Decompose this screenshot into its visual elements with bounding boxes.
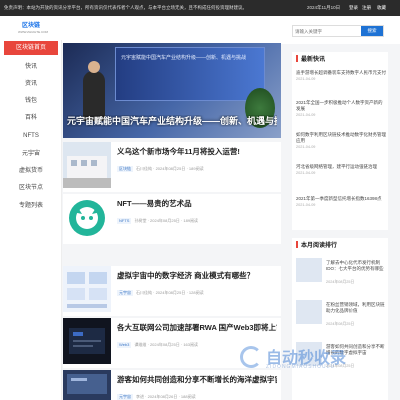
article-author: 李进 xyxy=(136,394,144,399)
sidebar-item-home[interactable]: 区块链首页 xyxy=(4,41,58,55)
article-author: 石川佳纯 xyxy=(136,290,152,295)
news-date: 2021-04-09 xyxy=(296,145,316,149)
register-link[interactable]: 注册 xyxy=(362,0,371,16)
sidebar-item-news[interactable]: 资讯 xyxy=(4,77,58,91)
latest-news-heading: 最新快讯 xyxy=(296,55,325,65)
article-thumbnail[interactable] xyxy=(63,194,111,240)
article-meta: 元宇宙 李进 · 2024年08月26日 · 188阅读 xyxy=(117,394,196,400)
sidebar-item-wallet[interactable]: 钱包 xyxy=(4,94,58,108)
news-date: 2021-04-09 xyxy=(296,203,316,207)
article-item[interactable]: 义乌这个新市场今年11月将投入运营! 区块链 石川佳纯 · 2024年08月25日… xyxy=(63,142,281,192)
site-logo[interactable]: 区块链 WWW.ZHUIHTE.COM xyxy=(18,22,48,40)
news-date: 2021-04-09 xyxy=(296,77,316,81)
search-button[interactable]: 搜索 xyxy=(361,26,383,36)
article-views: 163阅读 xyxy=(183,342,198,347)
news-item[interactable]: 河北省级网络管理，建平行运动强链治理 2021-04-09 xyxy=(296,164,386,176)
current-date: 2024年11月10日 xyxy=(307,5,341,10)
top-notice-bar: 免责声明：本站为开放的资讯分享平台，所有资讯仅代表作者个人观点，与本平台立场无关… xyxy=(0,0,400,16)
sidebar-item-nodes[interactable]: 区块节点 xyxy=(4,181,58,195)
ranking-heading: 本月阅读排行 xyxy=(296,241,337,251)
article-title[interactable]: 义乌这个新市场今年11月将投入运营! xyxy=(117,147,277,157)
watermark-overlay: 自动秒收录 ZIDONGMIAOSHOULU xyxy=(230,338,390,378)
sidebar-item-nfts[interactable]: NFTS xyxy=(4,129,58,143)
ranking-text[interactable]: 在粉丝营销领域，利用区块链助力化品牌价值 xyxy=(326,302,388,314)
ranking-date: 2024年08月25日 xyxy=(326,322,355,326)
news-text[interactable]: 河北省级网络管理，建平行运动强链治理 xyxy=(296,164,377,169)
article-thumbnail[interactable] xyxy=(63,318,111,364)
ranking-item[interactable]: 在粉丝营销领域，利用区块链助力化品牌价值 2024年08月25日 xyxy=(296,300,388,340)
article-views: 189阅读 xyxy=(188,166,204,171)
news-date: 2021-04-09 xyxy=(296,171,316,175)
news-text[interactable]: 如何数字利用区块链技术推动数字化财务管理应用 xyxy=(296,132,386,143)
article-tag[interactable]: 区块链 xyxy=(117,166,133,172)
article-views: 128阅读 xyxy=(188,290,204,295)
article-item[interactable]: NFT——易贵的艺术品 NFTS 孙树堂 · 2024年08月25日 · 189阅… xyxy=(63,194,281,244)
hero-screen-text: 元宇宙赋能中国汽车产业结构升级——创新、机遇与挑战 xyxy=(121,55,247,61)
ranking-thumbnail[interactable] xyxy=(296,258,322,282)
news-text[interactable]: 迪手游增长超调番装车支持数字人民币元支付 xyxy=(296,70,386,75)
hero-caption[interactable]: 元宇宙赋能中国汽车产业结构升级——创新、机遇与挑战”主题论 xyxy=(67,115,277,127)
news-text[interactable]: 2021年全国一步积极推动个人数字资产新的发展 xyxy=(296,100,383,111)
article-meta: NFTS 孙树堂 · 2024年08月25日 · 189阅读 xyxy=(117,218,199,224)
sidebar-item-wiki[interactable]: 百科 xyxy=(4,111,58,125)
ranking-date: 2024年08月25日 xyxy=(326,280,355,284)
article-author: 谭维维 xyxy=(134,342,147,347)
hero-banner[interactable]: 元宇宙赋能中国汽车产业结构升级——创新、机遇与挑战 元宇宙赋能中国汽车产业结构升… xyxy=(63,43,281,138)
article-tag[interactable]: Web3 xyxy=(117,342,132,348)
favorite-link[interactable]: 收藏 xyxy=(377,0,386,16)
ranking-text[interactable]: 了解去中心化代币发行机制IDO：七大平台的优势有哪些 xyxy=(326,260,388,272)
watermark-logo-icon xyxy=(240,346,262,368)
logo-name: 区块链 xyxy=(21,23,40,29)
ranking-item[interactable]: 了解去中心化代币发行机制IDO：七大平台的优势有哪些 2024年08月25日 xyxy=(296,258,388,298)
article-tag[interactable]: 元宇宙 xyxy=(117,394,133,400)
logo-url: WWW.ZHUIHTE.COM xyxy=(18,30,48,34)
sidebar-item-flash[interactable]: 快讯 xyxy=(4,60,58,74)
article-meta: 区块链 石川佳纯 · 2024年08月25日 · 189阅读 xyxy=(117,166,204,172)
article-tag[interactable]: 元宇宙 xyxy=(117,290,133,296)
article-title[interactable]: NFT——易贵的艺术品 xyxy=(117,199,277,209)
sidebar-item-topics[interactable]: 专题列表 xyxy=(4,199,58,213)
heading-accent-bar xyxy=(296,55,298,62)
article-title[interactable]: 虚拟宇宙中的数字经济 商业模式有哪些？ xyxy=(117,271,277,281)
article-thumbnail[interactable] xyxy=(63,370,111,400)
speaker-head xyxy=(88,61,100,73)
article-author: 孙树堂 xyxy=(134,218,147,223)
news-item[interactable]: 迪手游增长超调番装车支持数字人民币元支付 2021-04-09 xyxy=(296,70,386,82)
article-tag[interactable]: NFTS xyxy=(117,218,132,224)
article-date: 2024年08月25日 xyxy=(149,342,180,347)
news-text[interactable]: 2021年第一季度新型信托增长指数16398点 xyxy=(296,196,382,201)
heading-accent-bar xyxy=(296,241,298,248)
article-thumbnail[interactable] xyxy=(63,266,111,312)
article-date: 2024年08月25日 xyxy=(150,218,180,223)
article-thumbnail[interactable] xyxy=(63,142,111,188)
news-item[interactable]: 2021年第一季度新型信托增长指数16398点 2021-04-09 xyxy=(296,196,386,208)
search-box: 搜索 xyxy=(292,25,384,37)
ranking-title: 本月阅读排行 xyxy=(301,243,338,249)
speaker-figure xyxy=(83,71,105,121)
news-item[interactable]: 2021年全国一步积极推动个人数字资产新的发展 2021-04-09 xyxy=(296,100,386,118)
sidebar-item-crypto[interactable]: 虚拟货币 xyxy=(4,164,58,178)
article-views: 189阅读 xyxy=(183,218,199,223)
sidebar-nav: 区块链首页 快讯 资讯 钱包 百科 NFTS 元宇宙 虚拟货币 区块节点 专题列… xyxy=(0,40,62,400)
latest-news-title: 最新快讯 xyxy=(301,57,326,63)
news-item[interactable]: 如何数字利用区块链技术推动数字化财务管理应用 2021-04-09 xyxy=(296,132,386,150)
disclaimer-text: 免责声明：本站为开放的资讯分享平台，所有资讯仅代表作者个人观点，与本平台立场无关… xyxy=(4,5,247,10)
news-date: 2021-04-09 xyxy=(296,113,316,117)
article-views: 188阅读 xyxy=(180,394,196,399)
login-link[interactable]: 登录 xyxy=(349,0,358,16)
article-date: 2024年08月25日 xyxy=(155,290,186,295)
article-date: 2024年08月26日 xyxy=(147,394,178,399)
ranking-thumbnail[interactable] xyxy=(296,300,322,324)
latest-news-panel: 最新快讯 迪手游增长超调番装车支持数字人民币元支付 2021-04-09 2021… xyxy=(292,52,388,230)
article-item[interactable]: 虚拟宇宙中的数字经济 商业模式有哪些？ 元宇宙 石川佳纯 · 2024年08月25… xyxy=(63,266,281,316)
sidebar-item-metaverse[interactable]: 元宇宙 xyxy=(4,147,58,161)
article-date: 2024年08月25日 xyxy=(155,166,186,171)
watermark-subtext: ZIDONGMIAOSHOULU xyxy=(266,364,336,370)
search-input[interactable] xyxy=(295,26,359,36)
article-author: 石川佳纯 xyxy=(136,166,152,171)
article-title[interactable]: 各大互联网公司加速部署RWA 国产Web3即将上市 xyxy=(117,323,277,333)
article-meta: 元宇宙 石川佳纯 · 2024年08月25日 · 128阅读 xyxy=(117,290,204,296)
